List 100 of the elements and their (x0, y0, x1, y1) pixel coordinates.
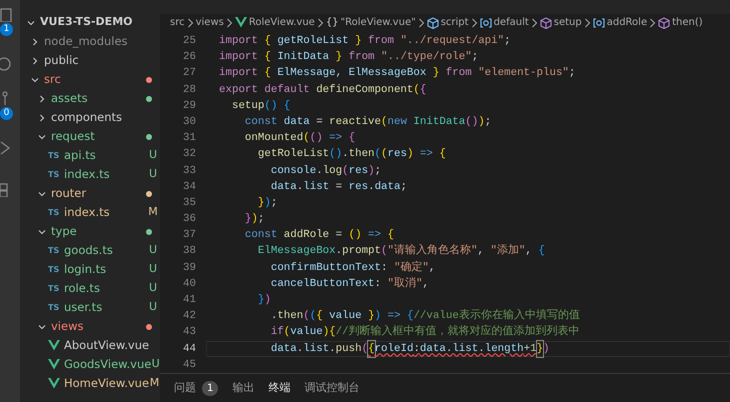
code-line: cancelButtonText: "取消", (270, 276, 430, 292)
panel-tab[interactable]: 调试控制台 (304, 374, 360, 402)
breadcrumb-item[interactable]: "RoleView.vue" (340, 15, 416, 30)
folder-item[interactable]: components (20, 108, 160, 127)
vue-logo-icon (48, 359, 60, 370)
line-number: 43 (182, 325, 197, 340)
code-line: import { getRoleList } from "../request/api"; (218, 34, 512, 49)
breadcrumb-item[interactable]: default (494, 15, 529, 30)
line-number: 33 (182, 164, 197, 178)
cube-icon (540, 16, 552, 28)
code-line: getRoleList().then((res) => { (256, 147, 447, 162)
typescript-file-icon: TS (48, 264, 64, 276)
code-line: console.log(res); (270, 164, 382, 178)
line-number: 29 (182, 98, 197, 114)
code-line: }); (256, 196, 278, 211)
code-line: const addRole = () => { (244, 228, 395, 244)
code-line: .then(({ value }) => {//value表示你在输入中填写的值 (270, 308, 581, 324)
code-line: onMounted(() => { (244, 131, 356, 146)
typescript-file-icon: TS (48, 206, 64, 218)
breadcrumb-item[interactable]: RoleView.vue (248, 15, 315, 30)
typescript-file-icon: TS (48, 302, 64, 314)
line-number: 37 (182, 228, 197, 244)
breadcrumb-item[interactable]: setup (554, 15, 582, 30)
chevron-right-icon (418, 18, 425, 28)
breadcrumb-item[interactable]: views (196, 15, 224, 30)
file-item[interactable]: TS goods.ts U (20, 241, 160, 260)
code-line: }) (256, 293, 272, 308)
problem-count: 1 (202, 380, 218, 396)
file-item[interactable]: TS user.ts U (20, 298, 160, 317)
search-icon[interactable] (0, 55, 12, 71)
file-item[interactable]: AboutView.vue (20, 336, 160, 355)
code-line: const data = reactive(new InitData()); (244, 114, 492, 130)
bracket-variable-icon (480, 16, 492, 28)
chevron-right-icon (226, 18, 233, 28)
file-item[interactable]: TS role.ts U (20, 279, 160, 298)
explorer-icon[interactable] (0, 6, 12, 22)
folder-item[interactable]: src (20, 70, 160, 89)
code-line: data.list = res.data; (270, 180, 408, 195)
line-number: 32 (182, 147, 197, 162)
git-status: M (147, 204, 159, 220)
line-number: 35 (182, 196, 197, 211)
line-number: 45 (182, 358, 197, 373)
typescript-file-icon: TS (48, 244, 64, 256)
typescript-file-icon: TS (48, 282, 64, 294)
file-item[interactable]: TS index.ts M (20, 203, 160, 222)
line-number: 42 (182, 309, 197, 324)
notification-badge: 0 (0, 107, 13, 120)
folder-item[interactable]: assets (20, 89, 160, 108)
folder-item[interactable]: router (20, 184, 160, 203)
line-number: 38 (182, 244, 197, 260)
git-status: U (148, 147, 158, 164)
git-status: U (148, 242, 158, 258)
git-status: U (148, 261, 158, 278)
line-number: 30 (182, 114, 197, 130)
code-line: setup() { (230, 98, 292, 114)
line-number: 41 (182, 293, 197, 308)
file-item[interactable]: TS api.ts U (20, 146, 160, 165)
chevron-right-icon (470, 18, 478, 28)
panel-tab[interactable]: 终端 (268, 374, 290, 402)
folder-item[interactable]: views (20, 317, 160, 336)
breadcrumb-item[interactable]: src (170, 15, 185, 30)
panel-tab[interactable]: 问题 (174, 374, 196, 402)
vue-logo-icon (48, 340, 60, 351)
git-status: U (148, 299, 158, 316)
chevron-right-icon (584, 18, 591, 28)
file-item[interactable]: GoodsView.vueU (20, 355, 160, 374)
file-item[interactable]: HomeView.vueM (20, 374, 160, 393)
code-line: import { ElMessage, ElMessageBox } from "element-plus"; (218, 66, 576, 82)
typescript-file-icon: TS (48, 150, 64, 162)
panel-tab[interactable]: 输出 (232, 374, 254, 402)
breadcrumb-item[interactable]: addRole (606, 15, 648, 30)
file-item[interactable]: TS login.ts U (20, 260, 160, 279)
code-line: import { InitData } from "../type/role"; (218, 50, 480, 66)
bracket-variable-icon (592, 16, 605, 28)
folder-item[interactable]: request (20, 127, 160, 146)
line-number: 26 (182, 50, 197, 66)
run-icon[interactable] (0, 139, 12, 155)
chevron-right-icon (186, 18, 194, 28)
line-number: 36 (182, 212, 197, 228)
chevron-right-icon (316, 18, 324, 28)
braces-icon: {} (326, 15, 339, 30)
line-number: 39 (182, 260, 197, 276)
code-line: if(value){//判断输入框中有值，就将对应的值添加到列表中 (270, 324, 581, 340)
file-item[interactable]: TS index.ts U (20, 165, 160, 184)
vue-logo-icon (234, 17, 247, 28)
chevron-right-icon (649, 18, 656, 28)
line-number: 28 (182, 82, 197, 98)
git-status: U (148, 280, 158, 296)
code-line: confirmButtonText: "确定", (270, 260, 436, 276)
code-line: ElMessageBox.prompt("请输入角色名称", "添加", { (256, 243, 546, 260)
explorer-root-folder[interactable]: VUE3-TS-DEMO (20, 13, 160, 32)
breadcrumb-item[interactable]: then() (672, 15, 703, 30)
folder-item[interactable]: node_modules (20, 32, 160, 51)
code-line: export default defineComponent({ (218, 82, 428, 98)
breadcrumb-item[interactable]: script (440, 15, 469, 30)
cube-icon (426, 16, 439, 28)
cube-icon (658, 16, 670, 28)
folder-item[interactable]: public (20, 51, 160, 70)
folder-item[interactable]: type (20, 222, 160, 241)
line-number: 27 (182, 66, 197, 82)
